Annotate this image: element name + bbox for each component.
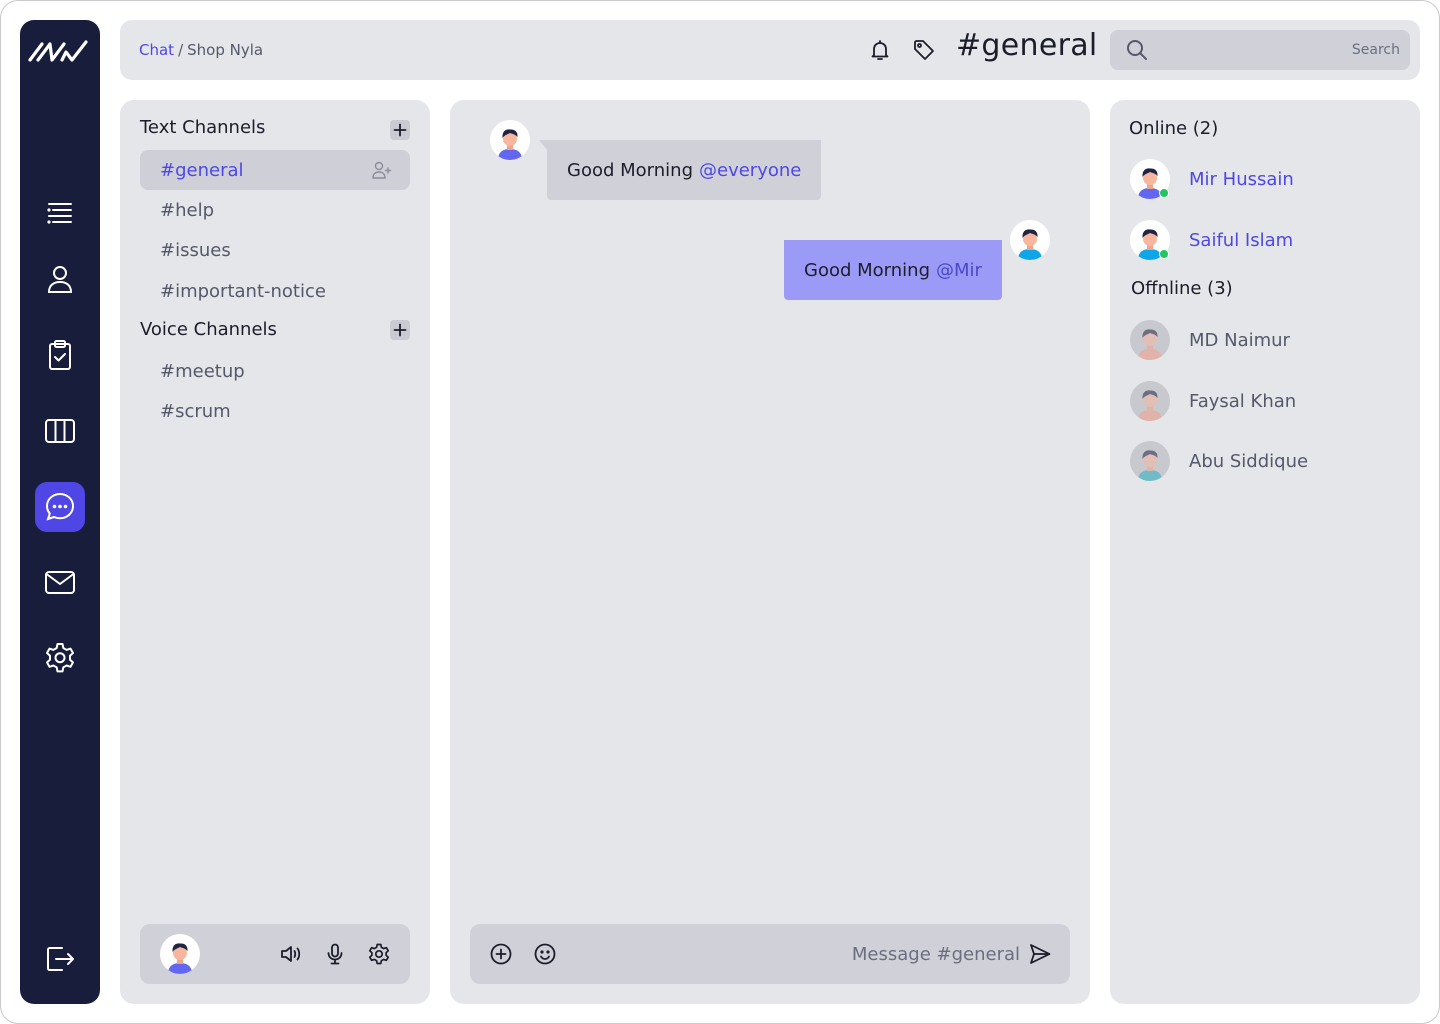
sidebar-item-mail[interactable] <box>35 557 85 607</box>
chat-bubble-icon <box>45 492 75 521</box>
sidebar-item-profile[interactable] <box>35 254 85 304</box>
member-name: Abu Siddique <box>1189 450 1309 472</box>
bell-icon[interactable] <box>868 38 892 62</box>
user-icon <box>47 266 73 293</box>
channel-label: #general <box>160 159 244 181</box>
chat-panel: Good Morning @everyone Good Morning @Mir <box>450 100 1090 1004</box>
channel-item-help[interactable]: #help <box>140 190 410 230</box>
plus-circle-icon[interactable] <box>489 942 513 966</box>
menu-icon <box>47 203 72 224</box>
message-author-avatar[interactable] <box>490 120 530 160</box>
add-user-icon[interactable] <box>372 161 392 179</box>
user-avatar-icon <box>1138 329 1162 360</box>
online-status-dot <box>1159 188 1169 198</box>
message-input[interactable] <box>580 924 1020 984</box>
channel-item-important-notice[interactable]: #important-notice <box>140 271 410 311</box>
channel-item-meetup[interactable]: #meetup <box>140 351 410 391</box>
plus-icon <box>393 123 407 137</box>
plus-icon <box>393 323 407 337</box>
voice-channels-title: Voice Channels <box>140 319 277 340</box>
breadcrumb-current: Shop Nyla <box>187 41 264 59</box>
user-avatar-icon <box>168 943 192 974</box>
members-panel: Online (2) Mir Hussain Saiful Islam Offn… <box>1110 100 1420 1004</box>
member-name: Mir Hussain <box>1189 168 1294 190</box>
channel-label: #issues <box>160 239 231 261</box>
search-input[interactable] <box>1160 30 1400 70</box>
message-text: Good Morning <box>567 159 693 181</box>
send-icon[interactable] <box>1028 942 1052 966</box>
message-bubble-incoming: Good Morning @everyone <box>547 140 822 200</box>
sidebar-item-boards[interactable] <box>35 406 85 456</box>
online-members-title: Online (2) <box>1129 118 1219 139</box>
member-item-online[interactable]: Mir Hussain <box>1130 159 1400 199</box>
member-name: Faysal Khan <box>1189 390 1297 412</box>
channel-item-issues[interactable]: #issues <box>140 230 410 270</box>
message-author-avatar[interactable] <box>1010 220 1050 260</box>
member-item-offline[interactable]: Abu Siddique <box>1130 441 1400 481</box>
member-name: MD Naimur <box>1189 329 1290 351</box>
page-title: #general <box>956 28 1098 63</box>
user-avatar-icon <box>1018 229 1042 260</box>
sidebar-item-logout[interactable] <box>35 934 85 984</box>
breadcrumb: Chat / Shop Nyla <box>139 20 263 80</box>
text-channels-title: Text Channels <box>140 117 266 138</box>
mention-mir[interactable]: @Mir <box>936 260 982 281</box>
add-text-channel-button[interactable] <box>390 120 410 140</box>
channel-item-scrum[interactable]: #scrum <box>140 391 410 431</box>
avatar <box>1130 441 1170 481</box>
sidebar-item-menu[interactable] <box>35 187 85 237</box>
logout-icon <box>47 947 74 971</box>
sidebar-item-chat[interactable] <box>35 482 85 532</box>
sidebar <box>20 20 100 1004</box>
avatar <box>1130 320 1170 360</box>
message-bubble-outgoing: Good Morning @Mir <box>784 240 1002 300</box>
breadcrumb-link-chat[interactable]: Chat <box>139 41 174 59</box>
channel-label: #help <box>160 199 214 221</box>
channel-label: #scrum <box>160 400 231 422</box>
tag-icon[interactable] <box>912 38 936 62</box>
channel-label: #meetup <box>160 360 245 382</box>
offline-members-title: Offnline (3) <box>1131 278 1233 299</box>
gear-icon <box>46 643 74 673</box>
channel-label: #important-notice <box>160 280 326 302</box>
user-avatar-icon <box>498 129 522 160</box>
breadcrumb-separator: / <box>178 41 184 59</box>
bubble-tail <box>992 240 1002 252</box>
brand-logo[interactable] <box>28 38 92 64</box>
online-status-dot <box>1159 249 1169 259</box>
member-item-online[interactable]: Saiful Islam <box>1130 220 1400 260</box>
add-voice-channel-button[interactable] <box>390 320 410 340</box>
avatar <box>1130 381 1170 421</box>
channels-panel: Text Channels #general #help #issues #im… <box>120 100 430 1004</box>
gear-icon[interactable] <box>367 942 391 966</box>
member-name: Saiful Islam <box>1189 229 1294 251</box>
message-composer <box>470 924 1070 984</box>
avatar[interactable] <box>160 934 200 974</box>
message-text: Good Morning <box>804 259 930 281</box>
user-avatar-icon <box>1138 390 1162 421</box>
search-box[interactable] <box>1110 30 1410 70</box>
sidebar-item-settings[interactable] <box>35 633 85 683</box>
microphone-icon[interactable] <box>323 942 347 966</box>
clipboard-check-icon <box>49 340 71 370</box>
sidebar-item-tasks[interactable] <box>35 330 85 380</box>
speaker-icon[interactable] <box>279 942 303 966</box>
emoji-icon[interactable] <box>533 942 557 966</box>
mail-icon <box>45 571 75 594</box>
current-user-bar <box>140 924 410 984</box>
search-icon <box>1127 40 1147 60</box>
top-bar: Chat / Shop Nyla #general <box>120 20 1420 80</box>
user-avatar-icon <box>1138 450 1162 481</box>
member-item-offline[interactable]: Faysal Khan <box>1130 381 1400 421</box>
channel-item-general[interactable]: #general <box>140 150 410 190</box>
columns-icon <box>45 419 75 443</box>
member-item-offline[interactable]: MD Naimur <box>1130 320 1400 360</box>
mention-everyone[interactable]: @everyone <box>699 160 801 181</box>
